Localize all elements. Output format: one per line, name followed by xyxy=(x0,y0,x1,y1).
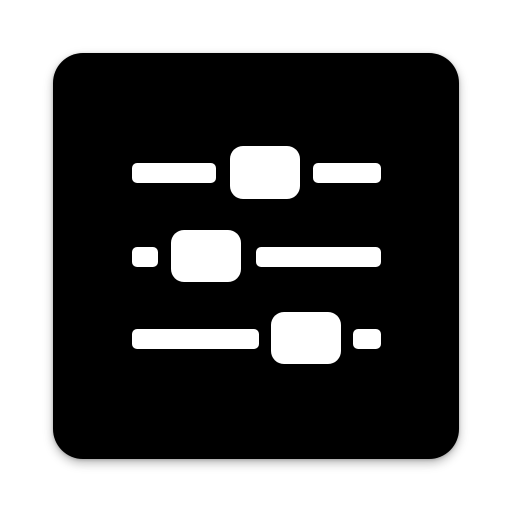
slider-top xyxy=(132,146,381,199)
slider-bottom-knob xyxy=(271,312,341,364)
slider-middle xyxy=(132,230,381,282)
slider-bottom xyxy=(132,312,381,364)
slider-bottom-track-left xyxy=(132,329,259,349)
slider-top-track-right xyxy=(313,163,381,183)
slider-middle-track-right xyxy=(256,247,381,267)
equalizer-sliders-icon xyxy=(132,146,381,364)
slider-top-track-left xyxy=(132,163,216,183)
slider-middle-knob xyxy=(171,230,241,282)
slider-middle-track-left xyxy=(132,247,158,267)
slider-bottom-track-right xyxy=(353,329,381,349)
slider-top-knob xyxy=(230,146,300,199)
